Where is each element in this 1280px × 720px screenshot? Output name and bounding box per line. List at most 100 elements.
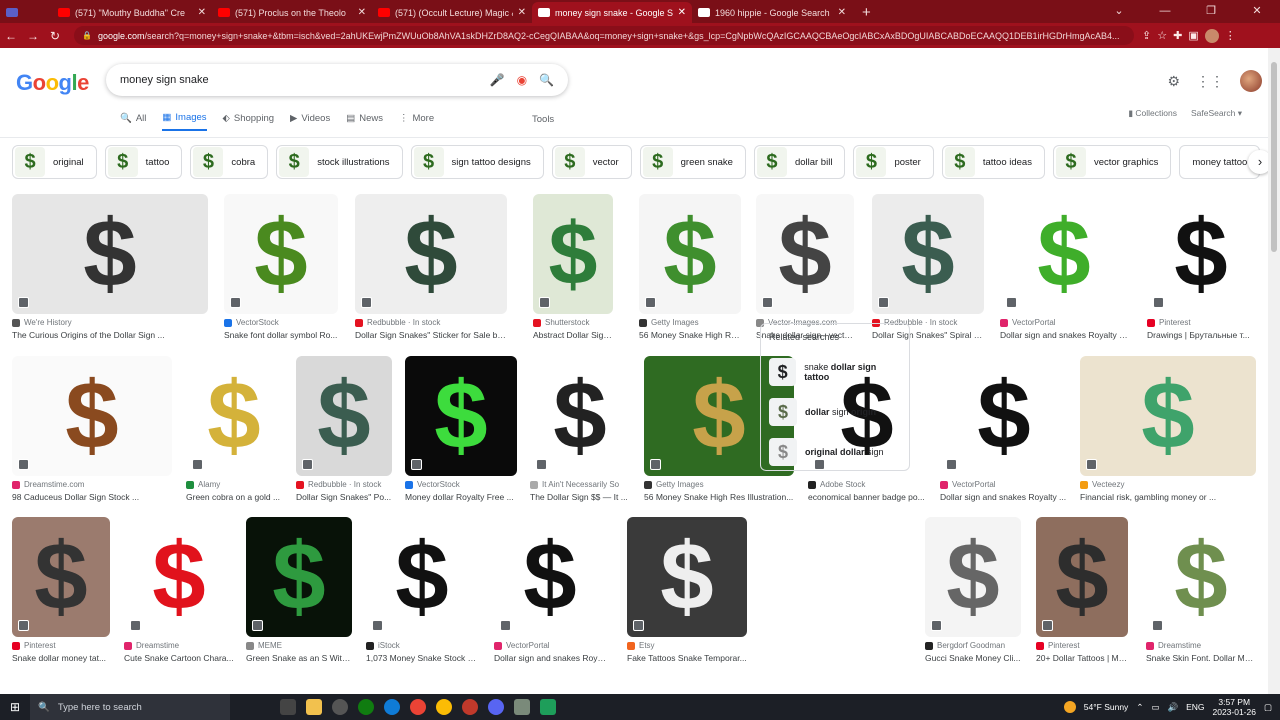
google-logo[interactable]: Google [16,70,89,96]
result-caption[interactable]: Fake Tattoos Snake Temporar... [627,653,747,663]
sidepanel-icon[interactable]: ▣ [1188,29,1198,42]
result-source[interactable]: Pinterest [1147,318,1255,327]
result-source[interactable]: Pinterest [12,641,110,650]
tools-button[interactable]: Tools [532,114,554,125]
tray-up-icon[interactable]: ⌃ [1136,702,1143,713]
image-result[interactable]: $ VectorStock Snake font dollar symbol Ro.… [224,194,338,340]
result-caption[interactable]: 56 Money Snake High Re... [639,330,741,340]
image-result[interactable]: $ Vector-Images.com Snake dollar sign - ve… [756,194,854,340]
menu-dots-icon[interactable]: ⋮ [1225,29,1236,42]
browser-tab[interactable]: (571) (Occult Lecture) Magic & th✕ [372,2,532,23]
result-thumbnail[interactable]: $ [1080,356,1256,476]
result-thumbnail[interactable]: $ [494,517,606,637]
image-result[interactable]: $ It Ain't Necessarily So The Dollar Sign … [530,356,630,502]
chip-tattoo-ideas[interactable]: $ tattoo ideas [941,145,1045,179]
image-result[interactable]: $ Vecteezy Financial risk, gambling money … [1080,356,1256,502]
image-result[interactable]: $ Pinterest 20+ Dollar Tattoos | Mo... [1036,517,1128,663]
result-source[interactable]: VectorPortal [494,641,606,650]
result-thumbnail[interactable]: $ [627,517,747,637]
result-thumbnail[interactable]: $ [533,194,613,314]
related-search-item[interactable]: $ snake dollar sign tattoo [769,352,901,392]
result-caption[interactable]: Money dollar Royalty Free ... [405,492,517,502]
browser-tab[interactable]: (571) "Mouthy Buddha" Cre ✕ [52,2,212,23]
result-source[interactable]: Bergdorf Goodman [925,641,1021,650]
result-source[interactable]: Alamy [186,480,282,489]
tab-all[interactable]: 🔍 All [120,112,146,131]
image-result[interactable]: $ iStock 1,073 Money Snake Stock P... [366,517,478,663]
volume-icon[interactable]: 🔊 [1167,702,1178,713]
image-result[interactable]: $ Dreamstime Cute Snake Cartoon Chara... [124,517,234,663]
chip-tattoo[interactable]: $ tattoo [104,145,183,179]
result-caption[interactable]: Snake dollar money tat... [12,653,110,663]
chip-poster[interactable]: $ poster [853,145,934,179]
image-result[interactable]: $ Redbubble · In stock Dollar Sign Snakes"… [872,194,984,340]
notification-icon[interactable]: ▢ [1264,702,1272,713]
taskbar-search[interactable]: 🔍 Type here to search [30,694,230,720]
new-tab-icon[interactable]: + [852,2,881,23]
image-result[interactable]: $ Shutterstock Abstract Dollar Sign Like..… [533,194,613,340]
result-caption[interactable]: 1,073 Money Snake Stock P... [366,653,478,663]
result-caption[interactable]: 20+ Dollar Tattoos | Mo... [1036,653,1128,663]
result-caption[interactable]: Snake font dollar symbol Ro... [224,330,338,340]
chip-cobra[interactable]: $ cobra [190,145,269,179]
tab-videos[interactable]: ▶ Videos [290,112,330,131]
image-result[interactable]: $ VectorPortal Dollar sign and snakes Roya… [1000,194,1128,340]
tab-search-icon[interactable]: ⌄ [1096,0,1142,23]
address-bar[interactable]: 🔒 google.com/search?q=money+sign+snake+&… [74,26,1134,45]
chrome-icon[interactable] [410,699,426,715]
chip-green-snake[interactable]: $ green snake [639,145,746,179]
chip-vector-graphics[interactable]: $ vector graphics [1052,145,1172,179]
result-thumbnail[interactable]: $ [12,194,208,314]
result-thumbnail[interactable]: $ [366,517,478,637]
result-thumbnail[interactable]: $ [1147,194,1255,314]
result-source[interactable]: VectorStock [224,318,338,327]
result-caption[interactable]: Dollar sign and snakes Royalty ... [940,492,1068,502]
image-result[interactable]: $ MEME Green Snake as an S With... [246,517,352,663]
close-tab-icon[interactable]: ✕ [678,7,686,18]
result-source[interactable]: Vecteezy [1080,480,1256,489]
result-source[interactable]: VectorPortal [1000,318,1128,327]
result-source[interactable]: Etsy [627,641,747,650]
result-source[interactable]: Redbubble · In stock [355,318,507,327]
result-caption[interactable]: Cute Snake Cartoon Chara... [124,653,234,663]
image-result[interactable]: $ We're History The Curious Origins of the… [12,194,208,340]
image-result[interactable]: $ VectorPortal Dollar sign and snakes Roya… [940,356,1068,502]
image-result[interactable]: $ Redbubble · In stock Dollar Sign Snakes"… [355,194,507,340]
result-caption[interactable]: Abstract Dollar Sign Like... [533,330,613,340]
result-thumbnail[interactable]: $ [925,517,1021,637]
chip-dollar-bill[interactable]: $ dollar bill [753,145,846,179]
result-source[interactable]: Adobe Stock [808,480,926,489]
result-source[interactable]: Getty Images [644,480,794,489]
image-result[interactable]: $ Pinterest Drawings | Брутальные т... [1147,194,1255,340]
result-caption[interactable]: Snake Skin Font. Dollar Mo... [1146,653,1256,663]
tab-more[interactable]: ⋮ More [399,112,434,131]
result-thumbnail[interactable]: $ [124,517,234,637]
result-caption[interactable]: Dollar sign and snakes Royalty Fr... [1000,330,1128,340]
result-source[interactable]: Pinterest [1036,641,1128,650]
result-caption[interactable]: Green Snake as an S With... [246,653,352,663]
edge-icon[interactable] [384,699,400,715]
close-tab-icon[interactable]: ✕ [838,7,846,18]
image-result[interactable]: $ Alamy Green cobra on a gold ... [186,356,282,502]
back-icon[interactable]: ← [0,29,22,43]
task-view-icon[interactable] [280,699,296,715]
browser-tab[interactable]: 1960 hippie - Google Search ✕ [692,2,852,23]
result-thumbnail[interactable]: $ [940,356,1068,476]
close-tab-icon[interactable]: ✕ [198,7,206,18]
result-source[interactable]: Shutterstock [533,318,613,327]
language-indicator[interactable]: ENG [1186,702,1204,712]
collections-button[interactable]: ▮ Collections [1128,108,1177,119]
minimize-icon[interactable]: — [1142,0,1188,23]
result-caption[interactable]: 98 Caduceus Dollar Sign Stock ... [12,492,172,502]
result-source[interactable]: iStock [366,641,478,650]
windows-start-icon[interactable]: ⊞ [0,700,30,714]
result-caption[interactable]: Financial risk, gambling money or ... [1080,492,1256,502]
weather-text[interactable]: 54°F Sunny [1084,702,1129,712]
image-result[interactable]: $ VectorStock Money dollar Royalty Free ..… [405,356,517,502]
related-search-item[interactable]: $ dollar sign origin [769,392,901,432]
result-thumbnail[interactable]: $ [1000,194,1128,314]
chip-stock-illustrations[interactable]: $ stock illustrations [276,145,403,179]
share-icon[interactable]: ⇪ [1142,29,1151,42]
image-result[interactable]: $ Bergdorf Goodman Gucci Snake Money Cli..… [925,517,1021,663]
image-result[interactable]: $ Etsy Fake Tattoos Snake Temporar... [627,517,747,663]
